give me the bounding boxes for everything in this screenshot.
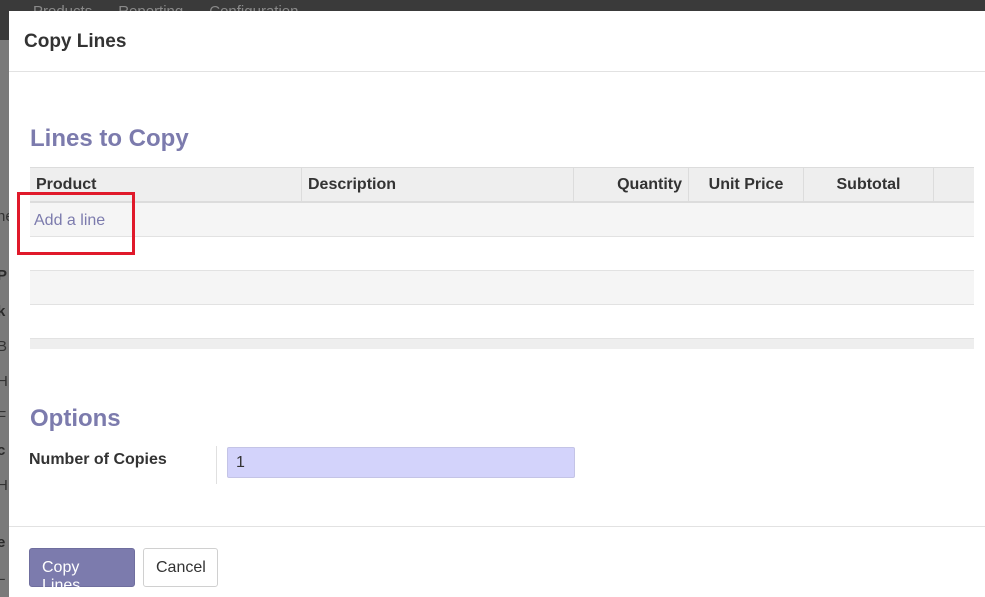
dialog-title: Copy Lines (24, 31, 127, 52)
table-row (30, 305, 974, 339)
field-divider (216, 446, 217, 484)
table-header: Product Description Quantity Unit Price … (30, 167, 974, 203)
bg-text-fragment: ne (0, 208, 9, 225)
copy-lines-dialog: Copy Lines Lines to Copy Product Descrip… (9, 11, 985, 597)
dialog-footer: Copy Lines Cancel (9, 526, 985, 597)
bg-text-fragment: L (0, 567, 6, 584)
cancel-button[interactable]: Cancel (143, 548, 218, 587)
column-header-description[interactable]: Description (302, 168, 574, 201)
column-header-unit-price[interactable]: Unit Price (689, 168, 804, 201)
bg-text-fragment: H (0, 373, 8, 390)
table-row (30, 237, 974, 271)
bg-text-fragment: H (0, 477, 8, 494)
number-of-copies-label: Number of Copies (29, 451, 167, 468)
column-header-actions (934, 168, 974, 201)
lines-table: Product Description Quantity Unit Price … (30, 167, 974, 349)
table-row (30, 271, 974, 305)
column-header-subtotal[interactable]: Subtotal (804, 168, 934, 201)
number-of-copies-input[interactable] (227, 447, 575, 478)
bg-text-fragment: F (0, 408, 7, 425)
bg-text-fragment: B (0, 338, 8, 355)
annotation-highlight-box (17, 192, 135, 255)
background-content: ne P k B H F c H e L (0, 40, 9, 597)
table-footer (30, 339, 974, 349)
lines-section-title: Lines to Copy (30, 125, 189, 152)
bg-text-fragment: P (0, 267, 8, 284)
bg-text-fragment: e (0, 534, 6, 551)
add-line-row: Add a line (30, 203, 974, 237)
copy-lines-button[interactable]: Copy Lines (29, 548, 135, 594)
options-section-title: Options (30, 405, 121, 432)
dialog-header: Copy Lines (9, 11, 985, 72)
column-header-quantity[interactable]: Quantity (574, 168, 689, 201)
bg-text-fragment: k (0, 303, 6, 320)
bg-text-fragment: c (0, 442, 6, 459)
